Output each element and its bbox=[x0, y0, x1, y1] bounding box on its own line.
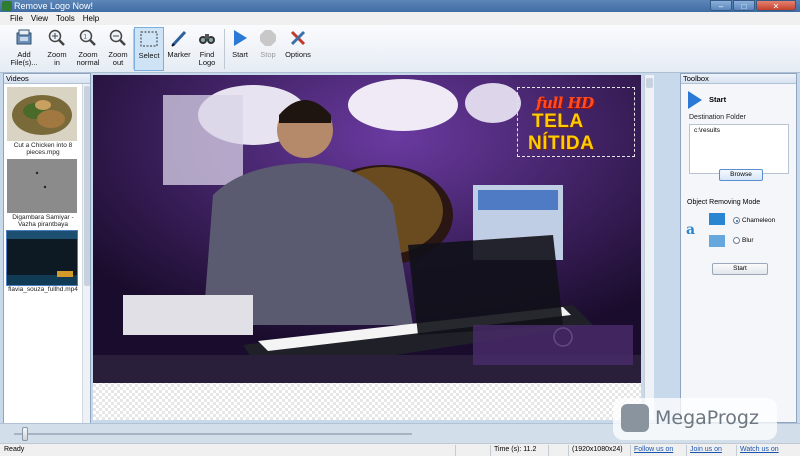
video-label: flavia_souza_fullhd.mp4 bbox=[8, 286, 78, 293]
follow-us-link[interactable]: Follow us on bbox=[630, 445, 686, 456]
zoom-in-icon bbox=[46, 27, 68, 49]
status-ready: Ready bbox=[4, 446, 25, 453]
menu-bar: File View Tools Help bbox=[0, 12, 800, 25]
toolbox-title: Toolbox bbox=[681, 74, 796, 84]
watermark-logo-icon bbox=[621, 404, 649, 432]
canvas-scrollbar[interactable] bbox=[644, 75, 654, 420]
blur-radio-label[interactable]: Blur bbox=[742, 237, 754, 244]
video-thumbnail bbox=[6, 230, 78, 286]
mode-chameleon-icon: a bbox=[686, 222, 696, 238]
start-button[interactable]: Start bbox=[228, 27, 252, 71]
title-bar: Remove Logo Now! – □ ✕ bbox=[0, 0, 800, 12]
logo-text-line1: full HD bbox=[536, 94, 594, 112]
menu-file[interactable]: File bbox=[10, 14, 23, 23]
window-title: Remove Logo Now! bbox=[14, 1, 94, 11]
video-thumbnail bbox=[7, 87, 77, 141]
watch-us-link[interactable]: Watch us on bbox=[736, 445, 798, 456]
destination-folder-label: Destination Folder bbox=[689, 114, 746, 121]
zoom-out-button[interactable]: Zoom out bbox=[105, 27, 131, 71]
toolbox-panel: Toolbox Start Destination Folder c:\resu… bbox=[680, 73, 797, 423]
timeline-track[interactable] bbox=[14, 433, 412, 435]
destination-folder-field[interactable]: c:\results bbox=[689, 124, 789, 174]
maximize-button[interactable]: □ bbox=[733, 0, 755, 11]
close-button[interactable]: ✕ bbox=[756, 0, 796, 11]
object-removing-mode-label: Object Removing Mode bbox=[687, 199, 761, 206]
videos-panel: Videos Cut a Chicken into 8 pieces.mpg D… bbox=[3, 73, 91, 443]
chameleon-radio-label[interactable]: Chameleon bbox=[742, 217, 775, 224]
status-bar: Ready Time (s): 11.2 (1920x1080x24) Foll… bbox=[0, 443, 800, 456]
chameleon-preview-icon bbox=[709, 213, 725, 225]
status-empty-cell bbox=[455, 445, 489, 456]
watermark: MegaProgz bbox=[613, 398, 777, 440]
destination-folder-value: c:\results bbox=[694, 127, 721, 134]
logo-text-line3: NÍTIDA bbox=[528, 133, 595, 154]
chameleon-radio[interactable] bbox=[733, 217, 740, 224]
zoom-normal-button[interactable]: 1 Zoom normal bbox=[74, 27, 102, 71]
marker-button[interactable]: Marker bbox=[166, 27, 192, 71]
videos-scrollbar[interactable] bbox=[82, 84, 90, 442]
add-files-button[interactable]: Add File(s)... bbox=[10, 27, 38, 71]
browse-button[interactable]: Browse bbox=[719, 169, 763, 181]
menu-help[interactable]: Help bbox=[83, 14, 99, 23]
video-label: Cut a Chicken into 8 pieces.mpg bbox=[13, 142, 73, 156]
select-icon bbox=[138, 28, 160, 50]
status-time: Time (s): 11.2 bbox=[490, 445, 548, 456]
video-item[interactable]: flavia_souza_fullhd.mp4 bbox=[6, 230, 79, 300]
video-item[interactable]: Cut a Chicken into 8 pieces.mpg bbox=[7, 87, 79, 156]
stop-button[interactable]: Stop bbox=[256, 27, 280, 71]
add-files-icon bbox=[13, 27, 35, 49]
video-item[interactable]: Digambara Samiyar - Vazha pirantbaya bbox=[7, 159, 79, 228]
play-icon bbox=[229, 27, 251, 49]
logo-text-line2: TELA bbox=[532, 111, 584, 132]
zoom-normal-icon: 1 bbox=[77, 27, 99, 49]
menu-view[interactable]: View bbox=[31, 14, 48, 23]
minimize-button[interactable]: – bbox=[710, 0, 732, 11]
binoculars-icon bbox=[196, 27, 218, 49]
videos-panel-title: Videos bbox=[4, 74, 90, 84]
tools-icon bbox=[287, 27, 309, 49]
toolbar: Add File(s)... Zoom in 1 Zoom normal Zoo… bbox=[0, 25, 800, 73]
video-canvas[interactable]: full HD TELA NÍTIDA bbox=[93, 75, 641, 420]
status-empty-cell bbox=[548, 445, 568, 456]
watermark-text: MegaProgz bbox=[655, 407, 759, 429]
blur-preview-icon bbox=[709, 235, 725, 247]
find-logo-button[interactable]: Find Logo bbox=[194, 27, 220, 71]
toolbox-start-button[interactable]: Start bbox=[712, 263, 768, 275]
marker-icon bbox=[168, 27, 190, 49]
menu-tools[interactable]: Tools bbox=[56, 14, 75, 23]
join-us-link[interactable]: Join us on bbox=[686, 445, 736, 456]
app-icon bbox=[2, 1, 12, 11]
video-label: Digambara Samiyar - Vazha pirantbaya bbox=[12, 214, 74, 228]
play-icon[interactable] bbox=[688, 91, 702, 109]
logo-selection-box[interactable]: full HD TELA NÍTIDA bbox=[517, 87, 635, 157]
select-button[interactable]: Select bbox=[134, 27, 164, 71]
timeline-slider-thumb[interactable] bbox=[21, 427, 28, 441]
status-resolution: (1920x1080x24) bbox=[568, 445, 624, 456]
toolbar-separator bbox=[224, 29, 225, 69]
stop-icon bbox=[257, 27, 279, 49]
video-frame: full HD TELA NÍTIDA bbox=[93, 75, 641, 383]
blur-radio[interactable] bbox=[733, 237, 740, 244]
toolbox-start-label[interactable]: Start bbox=[709, 95, 726, 104]
video-thumbnail bbox=[7, 159, 77, 213]
zoom-in-button[interactable]: Zoom in bbox=[44, 27, 70, 71]
zoom-out-icon bbox=[107, 27, 129, 49]
options-button[interactable]: Options bbox=[284, 27, 312, 71]
